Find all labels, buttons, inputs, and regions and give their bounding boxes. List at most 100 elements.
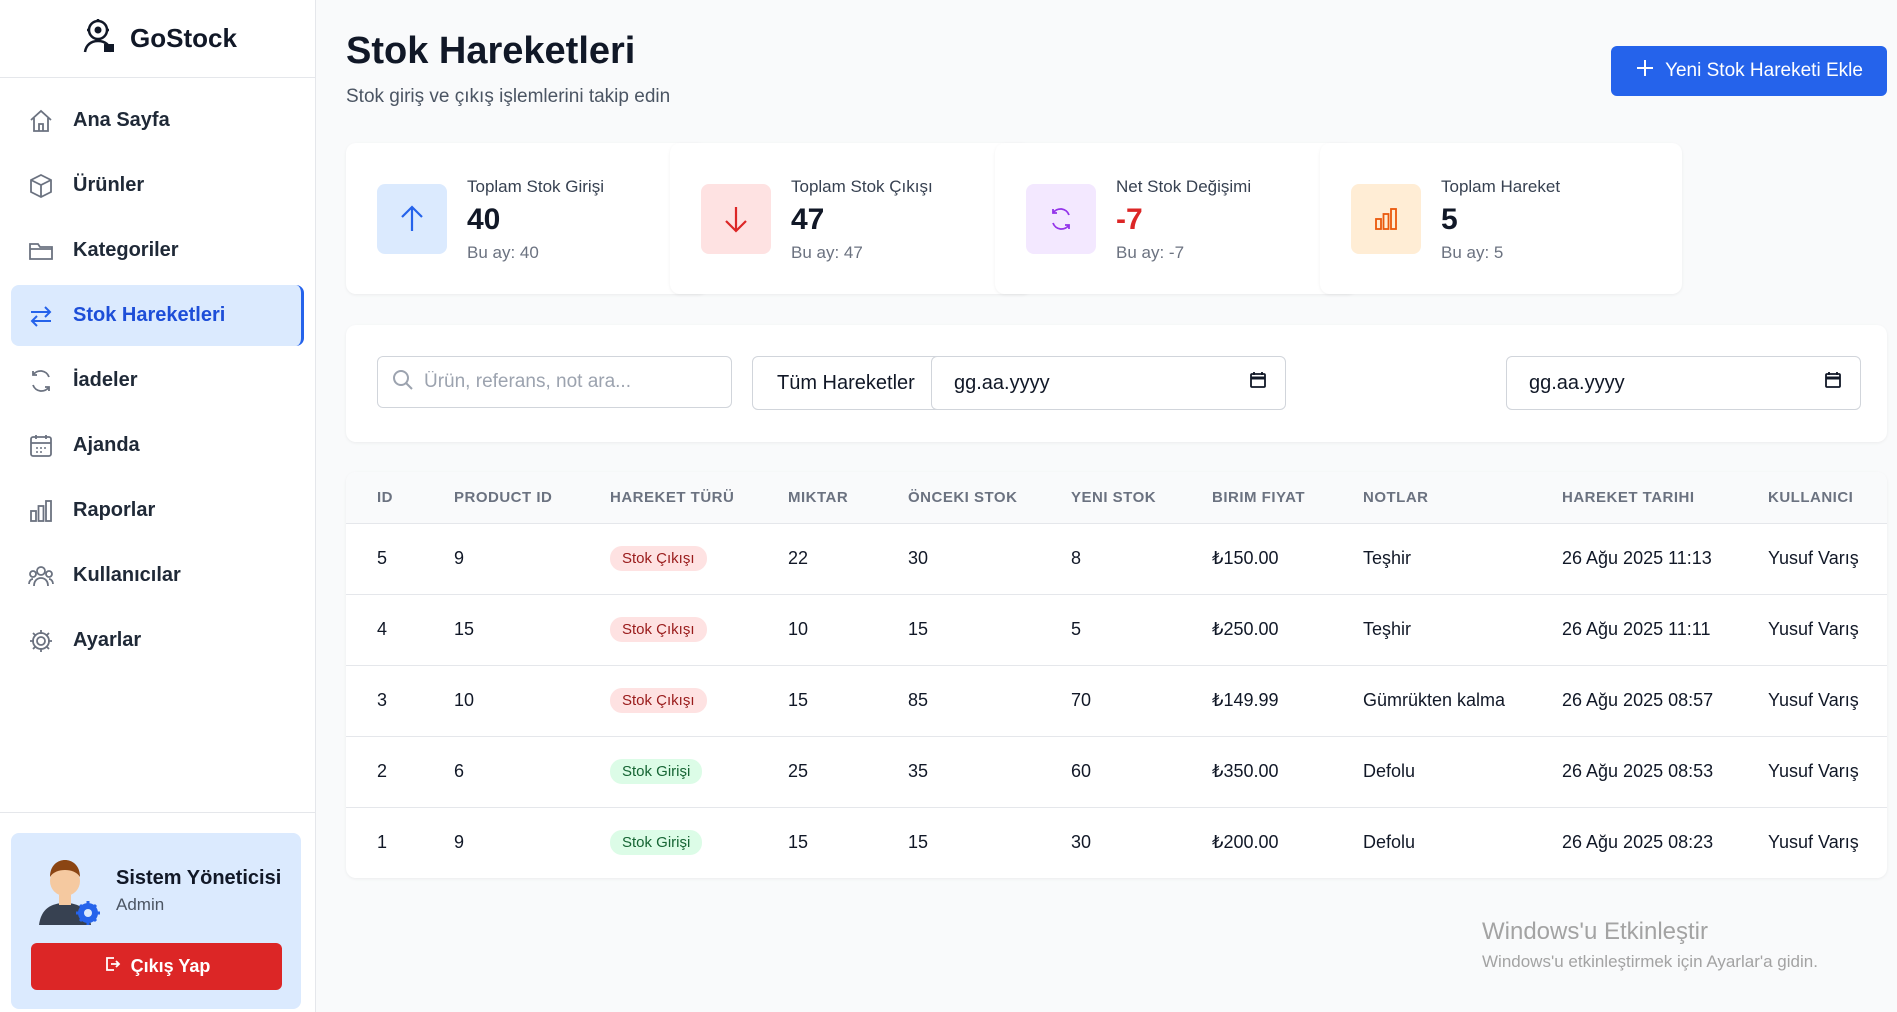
search-icon [392,369,414,396]
cell-id: 1 [377,832,388,853]
logout-button[interactable]: Çıkış Yap [31,943,282,990]
cell-product-id: 9 [454,832,465,853]
column-header[interactable]: MIKTAR [757,472,877,523]
cell-new: 8 [1071,548,1082,568]
cell-date: 26 Ağu 2025 08:23 [1562,832,1714,853]
movement-type-badge: Stok Girişi [610,759,703,784]
cell-prev: 15 [908,832,929,853]
cell-user: Yusuf Varış [1768,761,1859,781]
bar-chart-icon [27,497,55,525]
brand-name: GoStock [130,23,237,53]
column-header[interactable]: YENI STOK [1040,472,1181,523]
cell-qty: 15 [788,832,809,853]
table-row[interactable]: 4 15 Stok Çıkışı 10 15 5 ₺250.00 Teşhir 26 Ağu 2… [346,594,1887,665]
gear-icon [27,627,55,655]
sidebar-item-ajanda[interactable]: Ajanda [11,415,304,476]
calendar-icon[interactable] [1249,371,1267,395]
search-box[interactable] [377,356,732,408]
folder-icon [27,237,55,265]
cell-prev: 35 [908,761,929,781]
date-end-field[interactable]: gg.aa.yyyy [1506,356,1861,410]
column-header[interactable]: HAREKET TARIHI [1531,472,1737,523]
column-header[interactable]: ÖNCEKI STOK [877,472,1040,523]
calendar-icon [27,432,55,460]
cell-id: 5 [377,548,388,568]
box-icon [27,172,55,200]
table-row[interactable]: 1 9 Stok Girişi 15 15 30 ₺200.00 Defolu 26 Ağu 2… [346,807,1887,878]
sidebar-item-raporlar[interactable]: Raporlar [11,480,304,541]
search-input[interactable] [424,371,714,393]
calendar-icon[interactable] [1824,371,1842,395]
stat-value: 47 [791,203,825,236]
stat-subtext: Bu ay: 5 [1441,243,1504,262]
sidebar-item-kullanıcılar[interactable]: Kullanıcılar [11,545,304,606]
column-header[interactable]: NOTLAR [1332,472,1531,523]
logout-icon [103,955,121,978]
sidebar-item-label: Ana Sayfa [73,109,170,131]
user-role: Admin [116,895,165,914]
sidebar-item-ana-sayfa[interactable]: Ana Sayfa [11,90,304,151]
stat-card: Toplam Stok Çıkışı 47 Bu ay: 47 [670,143,1032,294]
cell-notes: Defolu [1363,832,1416,853]
arrows-icon [27,302,55,330]
brand[interactable]: GoStock [0,0,315,78]
arrow-up-icon [377,184,447,254]
cell-id: 4 [377,619,388,639]
movements-table: ID PRODUCT ID HAREKET TÜRÜ MIKTAR ÖNCEKI STO… [346,472,1887,878]
add-stock-movement-button[interactable]: Yeni Stok Hareketi Ekle [1611,46,1887,96]
user-card: Sistem Yöneticisi Admin Çıkış Yap [11,833,301,1009]
table-body: 5 9 Stok Çıkışı 22 30 8 ₺150.00 Teşhir 26 Ağu 20… [346,523,1887,878]
column-header[interactable]: ID [346,472,423,523]
cell-new: 30 [1071,832,1092,853]
sidebar-item-ayarlar[interactable]: Ayarlar [11,610,304,671]
cell-prev: 85 [908,690,929,710]
cell-notes: Gümrükten kalma [1363,690,1506,710]
cell-new: 5 [1071,619,1082,639]
stat-card: Toplam Hareket 5 Bu ay: 5 [1320,143,1682,294]
sidebar-item-stok-hareketleri[interactable]: Stok Hareketleri [11,285,304,346]
sidebar-item-label: İadeler [73,369,138,391]
sidebar-item-ürünler[interactable]: Ürünler [11,155,304,216]
cell-user: Yusuf Varış [1768,690,1859,710]
date-start-field[interactable]: gg.aa.yyyy [931,356,1286,410]
watermark-subtitle: Windows'u etkinleştirmek için Ayarlar'a … [1482,952,1818,971]
column-header[interactable]: KULLANICI [1737,472,1887,523]
stat-card: Net Stok Değişimi -7 Bu ay: -7 [995,143,1357,294]
cell-type: Stok Girişi [579,807,757,878]
date-end-value: gg.aa.yyyy [1529,371,1625,394]
sidebar-item-label: Ayarlar [73,629,142,651]
table-row[interactable]: 3 10 Stok Çıkışı 15 85 70 ₺149.99 Gümrükten kal… [346,665,1887,736]
bar-chart-icon [1351,184,1421,254]
stat-subtext: Bu ay: -7 [1116,243,1185,262]
sidebar-item-label: Kategoriler [73,239,179,261]
cell-qty: 10 [788,619,809,639]
column-header[interactable]: BIRIM FIYAT [1181,472,1332,523]
sidebar-item-i-adeler[interactable]: İadeler [11,350,304,411]
watermark-title: Windows'u Etkinleştir [1482,918,1708,945]
sidebar: GoStock Ana Sayfa Ürünler Kategoriler Stok … [0,0,316,1012]
page-subtitle: Stok giriş ve çıkış işlemlerini takip ed… [346,86,671,107]
cell-qty: 22 [788,548,809,568]
table-row[interactable]: 5 9 Stok Çıkışı 22 30 8 ₺150.00 Teşhir 26 Ağu 20… [346,523,1887,594]
movement-type-badge: Stok Çıkışı [610,546,707,571]
sidebar-item-label: Raporlar [73,499,156,521]
arrow-down-icon [701,184,771,254]
table-row[interactable]: 2 6 Stok Girişi 25 35 60 ₺350.00 Defolu 26 Ağu 2… [346,736,1887,807]
page-title: Stok Hareketleri [346,30,636,72]
windows-activation-watermark: Windows'u Etkinleştir Windows'u etkinleş… [1482,918,1818,972]
cell-new: 70 [1071,690,1092,710]
stat-label: Toplam Stok Girişi [467,177,604,196]
cell-type: Stok Çıkışı [579,594,757,665]
cell-product-id: 15 [454,619,475,639]
refresh-icon [27,367,55,395]
cell-price: ₺200.00 [1212,832,1279,853]
sidebar-nav: Ana Sayfa Ürünler Kategoriler Stok Hareketl… [0,78,315,687]
cell-user: Yusuf Varış [1768,832,1859,853]
stats-row: Toplam Stok Girişi 40 Bu ay: 40 Toplam Stok… [346,143,1887,294]
cell-price: ₺250.00 [1212,619,1279,639]
movement-type-badge: Stok Çıkışı [610,617,707,642]
sidebar-item-kategoriler[interactable]: Kategoriler [11,220,304,281]
column-header[interactable]: PRODUCT ID [423,472,579,523]
date-start-value: gg.aa.yyyy [954,371,1050,394]
column-header[interactable]: HAREKET TÜRÜ [579,472,757,523]
